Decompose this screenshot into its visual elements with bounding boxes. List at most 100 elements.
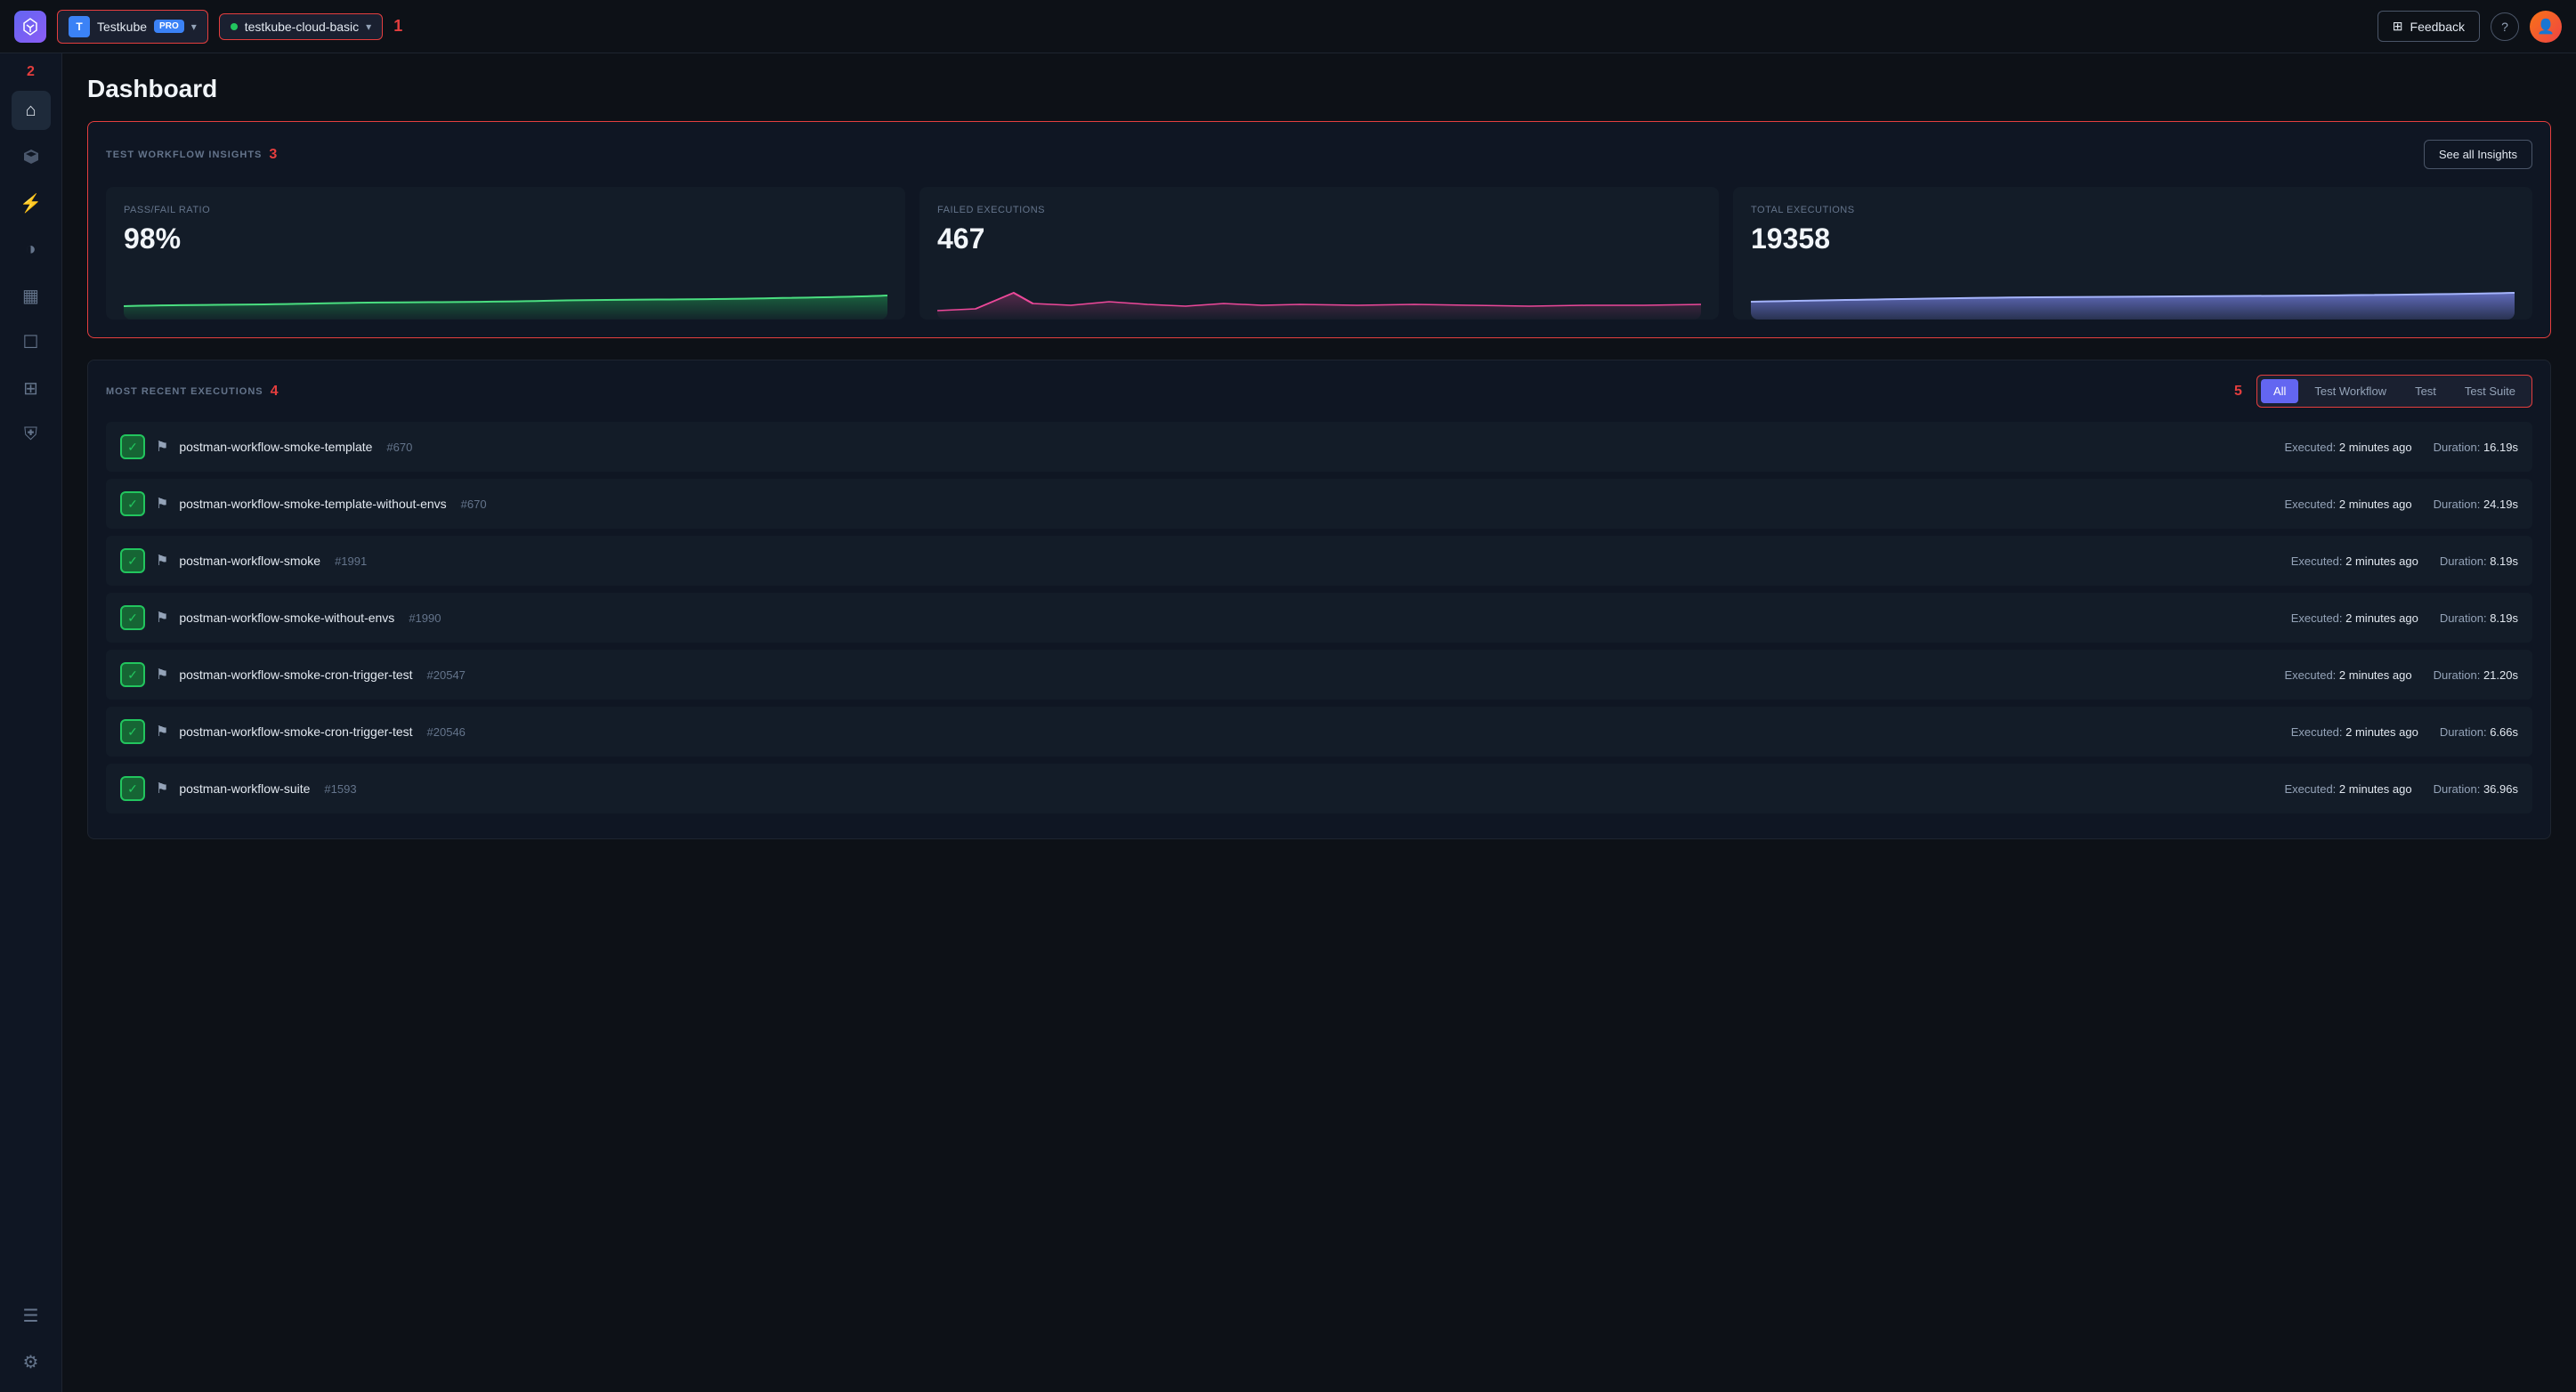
exec-duration: Duration: 6.66s	[2440, 725, 2518, 739]
exec-meta: Executed: 2 minutes ago Duration: 8.19s	[2291, 554, 2518, 568]
metrics-grid: PASS/FAIL RATIO 98%	[106, 187, 2532, 320]
settings-icon: ⚙	[23, 1351, 39, 1373]
filter-tab-test-workflow[interactable]: Test Workflow	[2302, 379, 2399, 403]
topbar-left: T Testkube PRO ▾ testkube-cloud-basic ▾ …	[14, 10, 402, 44]
feedback-button[interactable]: ⊞ Feedback	[2378, 11, 2480, 42]
exec-name: postman-workflow-smoke	[179, 554, 320, 568]
annotation-label-2: 2	[27, 64, 35, 80]
failed-exec-value: 467	[937, 223, 1701, 255]
org-avatar: T	[69, 16, 90, 37]
table-row[interactable]: ✓ ⚑ postman-workflow-smoke-template #670…	[106, 422, 2532, 472]
exec-duration: Duration: 36.96s	[2434, 782, 2518, 796]
main-layout: 2 ⌂ ⚡ ◑ ▦ ☐ ⊞ ⛨ ☰	[0, 53, 2576, 1392]
exec-executed: Executed: 2 minutes ago	[2284, 782, 2411, 796]
topbar: T Testkube PRO ▾ testkube-cloud-basic ▾ …	[0, 0, 2576, 53]
table-row[interactable]: ✓ ⚑ postman-workflow-smoke-template-with…	[106, 479, 2532, 529]
sidebar-item-image[interactable]: ▦	[12, 276, 51, 315]
workflow-icon: ⚑	[156, 552, 168, 570]
filter-tabs: All Test Workflow Test Test Suite	[2256, 375, 2532, 408]
help-button[interactable]: ?	[2491, 12, 2519, 41]
exec-executed: Executed: 2 minutes ago	[2291, 554, 2418, 568]
avatar[interactable]: 👤	[2530, 11, 2562, 43]
exec-meta: Executed: 2 minutes ago Duration: 24.19s	[2284, 498, 2518, 511]
pass-fail-label: PASS/FAIL RATIO	[124, 205, 887, 215]
exec-meta: Executed: 2 minutes ago Duration: 8.19s	[2291, 611, 2518, 625]
exec-id: #1593	[324, 782, 356, 796]
deploy-icon	[22, 148, 40, 166]
exec-duration: Duration: 8.19s	[2440, 611, 2518, 625]
pass-fail-value: 98%	[124, 223, 887, 255]
failed-exec-chart	[937, 266, 1701, 320]
sidebar: 2 ⌂ ⚡ ◑ ▦ ☐ ⊞ ⛨ ☰	[0, 53, 62, 1392]
env-chevron-icon: ▾	[366, 20, 371, 33]
exec-executed: Executed: 2 minutes ago	[2291, 725, 2418, 739]
see-all-insights-button[interactable]: See all Insights	[2424, 140, 2532, 169]
metric-card-failed: FAILED EXECUTIONS 467	[919, 187, 1719, 320]
sidebar-item-shield[interactable]: ⛨	[12, 415, 51, 454]
table-row[interactable]: ✓ ⚑ postman-workflow-smoke-cron-trigger-…	[106, 650, 2532, 700]
insights-header: TEST WORKFLOW INSIGHTS 3 See all Insight…	[106, 140, 2532, 169]
org-name: Testkube	[97, 20, 147, 34]
home-icon: ⌂	[25, 101, 36, 121]
exec-meta: Executed: 2 minutes ago Duration: 36.96s	[2284, 782, 2518, 796]
table-row[interactable]: ✓ ⚑ postman-workflow-suite #1593 Execute…	[106, 764, 2532, 813]
exec-duration: Duration: 21.20s	[2434, 668, 2518, 682]
workflow-icon: ⚑	[156, 780, 168, 797]
annotation-label-4: 4	[271, 384, 279, 400]
status-badge: ✓	[120, 491, 145, 516]
exec-name: postman-workflow-suite	[179, 781, 310, 796]
filter-tab-test-suite[interactable]: Test Suite	[2452, 379, 2528, 403]
table-row[interactable]: ✓ ⚑ postman-workflow-smoke #1991 Execute…	[106, 536, 2532, 586]
insights-section-label: TEST WORKFLOW INSIGHTS	[106, 150, 262, 160]
exec-name: postman-workflow-smoke-template	[179, 440, 372, 454]
chart-icon: ◑	[25, 239, 36, 260]
sidebar-item-settings[interactable]: ⚙	[12, 1342, 51, 1381]
exec-meta: Executed: 2 minutes ago Duration: 21.20s	[2284, 668, 2518, 682]
see-all-label: See all Insights	[2439, 148, 2517, 161]
exec-name: postman-workflow-smoke-cron-trigger-test	[179, 668, 412, 682]
doc-icon: ☐	[23, 331, 39, 353]
status-badge: ✓	[120, 719, 145, 744]
metric-card-total: TOTAL EXECUTIONS 19358	[1733, 187, 2532, 320]
sidebar-item-home[interactable]: ⌂	[12, 91, 51, 130]
exec-id: #20547	[427, 668, 466, 682]
env-selector[interactable]: testkube-cloud-basic ▾	[219, 13, 383, 40]
filter-tab-all[interactable]: All	[2261, 379, 2298, 403]
exec-name: postman-workflow-smoke-without-envs	[179, 611, 394, 625]
sidebar-item-doc[interactable]: ☐	[12, 322, 51, 361]
org-selector[interactable]: T Testkube PRO ▾	[57, 10, 208, 44]
topbar-right: ⊞ Feedback ? 👤	[2378, 11, 2562, 43]
env-status-dot	[231, 23, 238, 30]
status-badge: ✓	[120, 434, 145, 459]
annotation-label-3: 3	[269, 147, 277, 163]
filter-tab-test[interactable]: Test	[2402, 379, 2449, 403]
total-exec-chart	[1751, 266, 2515, 320]
workflow-icon: ⚑	[156, 438, 168, 456]
pro-badge: PRO	[154, 20, 184, 33]
sidebar-item-deploy[interactable]	[12, 137, 51, 176]
exec-id: #670	[461, 498, 487, 511]
total-exec-value: 19358	[1751, 223, 2515, 255]
exec-duration: Duration: 24.19s	[2434, 498, 2518, 511]
sidebar-item-lightning[interactable]: ⚡	[12, 183, 51, 223]
sidebar-item-list[interactable]: ☰	[12, 1296, 51, 1335]
status-badge: ✓	[120, 605, 145, 630]
image-icon: ▦	[22, 285, 39, 307]
annotation-label-1: 1	[393, 17, 402, 36]
workflow-icon: ⚑	[156, 609, 168, 627]
page-title: Dashboard	[87, 75, 2551, 103]
metric-card-pass-fail: PASS/FAIL RATIO 98%	[106, 187, 905, 320]
list-icon: ☰	[23, 1305, 39, 1327]
exec-executed: Executed: 2 minutes ago	[2284, 668, 2411, 682]
lightning-icon: ⚡	[20, 192, 42, 214]
executions-header: MOST RECENT EXECUTIONS 4 5 All Test Work…	[88, 360, 2550, 422]
sidebar-item-docs[interactable]: ⊞	[12, 368, 51, 408]
chevron-down-icon: ▾	[191, 20, 197, 33]
shield-icon: ⛨	[24, 425, 37, 445]
table-row[interactable]: ✓ ⚑ postman-workflow-smoke-cron-trigger-…	[106, 707, 2532, 757]
sidebar-item-chart[interactable]: ◑	[12, 230, 51, 269]
exec-meta: Executed: 2 minutes ago Duration: 6.66s	[2291, 725, 2518, 739]
table-row[interactable]: ✓ ⚑ postman-workflow-smoke-without-envs …	[106, 593, 2532, 643]
pass-fail-chart	[124, 266, 887, 320]
exec-id: #20546	[427, 725, 466, 739]
